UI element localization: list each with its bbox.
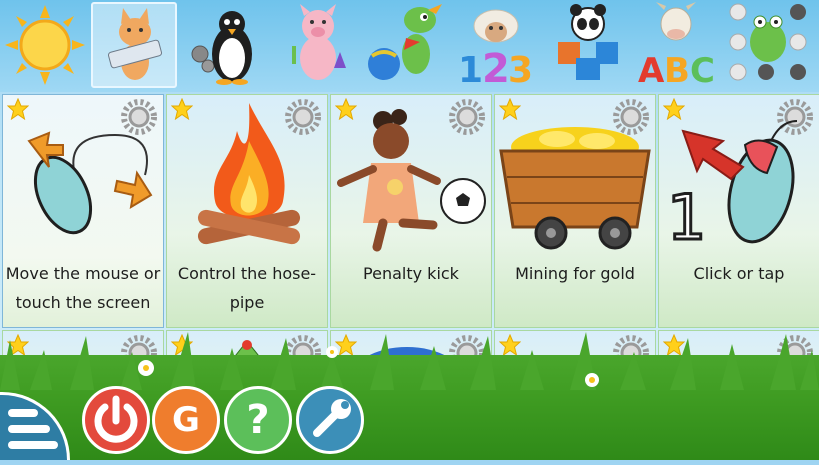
frog-dots-icon: [729, 3, 807, 81]
activity-caption: Penalty kick: [363, 264, 459, 283]
cow-letters-icon: A B C: [638, 2, 715, 91]
activity-tile-hose-pipe[interactable]: Control the hose-pipe: [166, 94, 328, 328]
wrench-icon: [313, 399, 351, 437]
mouse-click-icon: 1: [667, 120, 798, 253]
category-keyboard-mouse[interactable]: [91, 2, 177, 88]
language-label: G: [172, 400, 200, 440]
activity-caption: Move the mouse or touch the screen: [5, 264, 161, 312]
activity-caption: Mining for gold: [515, 264, 635, 283]
category-numbers[interactable]: 1 2 3: [452, 2, 538, 92]
panda-puzzle-icon: [558, 4, 618, 80]
activity-tile-penalty-kick[interactable]: Penalty kick: [330, 94, 492, 328]
letter-a-label: A: [638, 51, 665, 88]
category-fun[interactable]: [364, 2, 450, 88]
number-three-label: 3: [508, 50, 533, 88]
activity-caption: Click or tap: [693, 264, 785, 283]
category-letters[interactable]: A B C: [634, 2, 720, 91]
sheep-numbers-icon: 1 2 3: [458, 9, 533, 92]
number-one-label: 1: [667, 181, 706, 253]
help-button[interactable]: ?: [224, 386, 292, 454]
gold-cart-icon: [499, 127, 651, 250]
category-bar: 1 2 3 A B C: [0, 0, 819, 92]
category-strategy[interactable]: [726, 2, 812, 88]
grass-blades-decoration: [0, 332, 819, 390]
category-science[interactable]: [276, 2, 362, 88]
cat-keyboard-icon: [107, 8, 163, 80]
help-label: ?: [246, 397, 270, 443]
category-sun[interactable]: [2, 2, 88, 88]
category-computer[interactable]: [186, 2, 272, 88]
activity-tile-move-mouse[interactable]: Move the mouse or touch the screen: [2, 94, 164, 328]
activity-caption: Control the hose-pipe: [177, 264, 317, 312]
category-puzzle[interactable]: [544, 2, 630, 88]
mouse-arrows-icon: [27, 131, 153, 235]
letter-c-label: C: [690, 51, 715, 88]
activity-tile-click-tap[interactable]: 1 Click or tap: [658, 94, 819, 328]
pig-science-icon: [292, 4, 346, 80]
penguin-gears-icon: [191, 11, 252, 85]
sun-icon: [5, 5, 85, 85]
dragon-ball-icon: [368, 4, 442, 80]
settings-button[interactable]: [296, 386, 364, 454]
campfire-icon: [197, 103, 301, 245]
letter-b-label: B: [664, 51, 690, 88]
number-one-label: 1: [458, 50, 483, 88]
power-icon: [94, 395, 138, 443]
girl-football-icon: [337, 109, 486, 252]
quit-button[interactable]: [82, 386, 150, 454]
hamburger-menu-icon: [8, 409, 58, 449]
number-two-label: 2: [482, 46, 510, 88]
activity-tile-mining-gold[interactable]: Mining for gold: [494, 94, 656, 328]
language-button[interactable]: G: [152, 386, 220, 454]
